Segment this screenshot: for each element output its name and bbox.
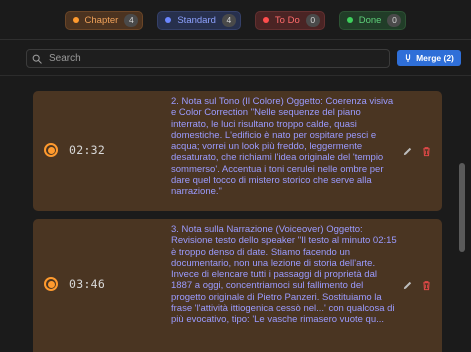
toolbar: Merge (2) [0,40,471,76]
filter-todo[interactable]: To Do 0 [254,10,325,30]
filter-done[interactable]: Done 0 [338,10,407,30]
markers-panel: Chapter 4 Standard 4 To Do 0 Done 0 Sear… [0,0,471,352]
chapter-dot-icon [72,17,79,23]
filter-chapter-label: Chapter [84,14,119,26]
filter-todo-label: To Do [274,14,300,26]
filter-todo-count: 0 [305,13,320,27]
merge-button[interactable]: Merge (2) [397,50,461,66]
edit-pencil-icon[interactable] [402,146,413,157]
chapter-marker-icon[interactable] [44,277,58,291]
standard-dot-icon [165,17,172,23]
marker-text: 3. Nota sulla Narrazione (Voiceover) Ogg… [171,224,397,326]
filter-bar: Chapter 4 Standard 4 To Do 0 Done 0 [0,0,471,40]
filter-chapter[interactable]: Chapter 4 [64,10,144,30]
marker-timecode[interactable]: 02:32 [44,143,105,157]
merge-label: Merge (2) [416,53,454,63]
merge-icon [405,54,411,62]
search-icon [32,54,42,64]
search-input[interactable] [49,53,379,64]
marker-actions [402,280,432,291]
todo-dot-icon [262,17,269,23]
filter-chapter-count: 4 [124,13,139,27]
scrollbar-thumb[interactable] [459,163,465,252]
edit-pencil-icon[interactable] [402,280,413,291]
chapter-marker-icon[interactable] [44,143,58,157]
delete-trash-icon[interactable] [421,280,432,291]
filter-done-label: Done [358,14,382,26]
done-dot-icon [346,17,353,23]
filter-standard[interactable]: Standard 4 [157,10,241,30]
marker-text: 2. Nota sul Tono (Il Colore) Oggetto: Co… [171,96,394,198]
marker-timecode[interactable]: 03:46 [44,277,105,291]
marker-list: 02:32 2. Nota sul Tono (Il Colore) Ogget… [0,77,471,352]
marker-time: 02:32 [69,143,106,157]
marker-actions [402,146,432,157]
filter-standard-count: 4 [221,13,236,27]
marker-time: 03:46 [69,277,106,291]
filter-done-count: 0 [387,13,402,27]
marker-card[interactable]: 02:32 2. Nota sul Tono (Il Colore) Ogget… [33,91,442,211]
delete-trash-icon[interactable] [421,146,432,157]
filter-standard-label: Standard [177,14,216,26]
marker-card[interactable]: 03:46 3. Nota sulla Narrazione (Voiceove… [33,219,442,352]
search-box[interactable] [26,49,390,68]
